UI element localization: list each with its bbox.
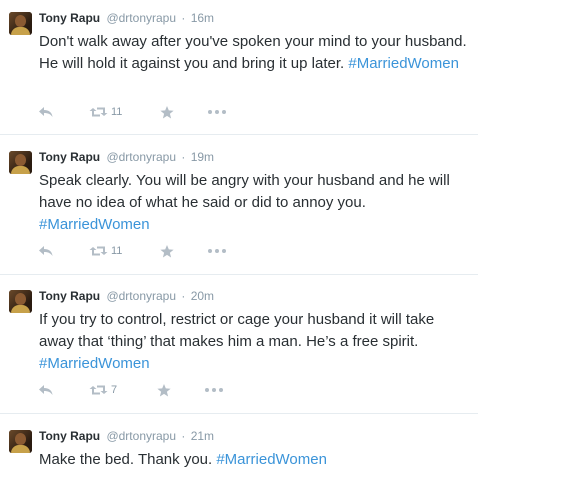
star-icon bbox=[160, 244, 174, 257]
user-fullname[interactable]: Tony Rapu bbox=[39, 150, 100, 164]
more-dots-icon bbox=[205, 388, 223, 392]
tweet[interactable]: Tony Rapu @drtonyrapu · 16m Don't walk a… bbox=[0, 0, 478, 135]
reply-icon bbox=[39, 385, 53, 395]
tweet-header: Tony Rapu @drtonyrapu · 21m bbox=[39, 429, 214, 444]
user-fullname[interactable]: Tony Rapu bbox=[39, 429, 100, 443]
tweet-text: Don't walk away after you've spoken your… bbox=[39, 31, 469, 75]
tweet-text: Make the bed. Thank you. #MarriedWomen bbox=[39, 449, 469, 471]
separator-dot: · bbox=[181, 429, 186, 443]
user-screenname[interactable]: @drtonyrapu bbox=[106, 289, 176, 303]
tweet[interactable]: Tony Rapu @drtonyrapu · 21m Make the bed… bbox=[0, 414, 478, 477]
hashtag-link[interactable]: #MarriedWomen bbox=[39, 216, 150, 233]
tweet-actions: 11 bbox=[39, 243, 259, 259]
separator-dot: · bbox=[181, 11, 186, 25]
hashtag-link[interactable]: #MarriedWomen bbox=[39, 355, 150, 372]
retweet-count: 11 bbox=[111, 245, 123, 257]
avatar[interactable] bbox=[9, 290, 32, 313]
tweet-timestamp[interactable]: 21m bbox=[191, 429, 214, 443]
tweet-text: If you try to control, restrict or cage … bbox=[39, 309, 469, 375]
user-fullname[interactable]: Tony Rapu bbox=[39, 11, 100, 25]
tweet-header: Tony Rapu @drtonyrapu · 16m bbox=[39, 11, 214, 26]
tweet-text: Speak clearly. You will be angry with yo… bbox=[39, 170, 469, 236]
user-screenname[interactable]: @drtonyrapu bbox=[106, 150, 176, 164]
tweet-body: If you try to control, restrict or cage … bbox=[39, 311, 435, 350]
reply-icon bbox=[39, 107, 53, 117]
favorite-button[interactable] bbox=[157, 382, 171, 398]
tweet-body: Make the bed. Thank you. bbox=[39, 451, 217, 468]
tweet-header: Tony Rapu @drtonyrapu · 20m bbox=[39, 289, 214, 304]
retweet-icon bbox=[89, 246, 108, 256]
tweet-timestamp[interactable]: 16m bbox=[191, 11, 214, 25]
retweet-icon bbox=[89, 385, 108, 395]
retweet-button[interactable]: 11 bbox=[89, 243, 122, 259]
reply-icon bbox=[39, 246, 53, 256]
tweet-body: Speak clearly. You will be angry with yo… bbox=[39, 172, 450, 211]
favorite-button[interactable] bbox=[160, 243, 174, 259]
favorite-button[interactable] bbox=[160, 104, 174, 120]
star-icon bbox=[160, 105, 174, 118]
more-dots-icon bbox=[208, 249, 226, 253]
reply-button[interactable] bbox=[39, 104, 53, 120]
avatar[interactable] bbox=[9, 151, 32, 174]
user-screenname[interactable]: @drtonyrapu bbox=[106, 429, 176, 443]
avatar[interactable] bbox=[9, 430, 32, 453]
star-icon bbox=[157, 383, 171, 396]
more-button[interactable] bbox=[205, 382, 223, 398]
tweet-actions: 7 bbox=[39, 382, 259, 398]
avatar[interactable] bbox=[9, 12, 32, 35]
tweet-timestamp[interactable]: 19m bbox=[191, 150, 214, 164]
retweet-button[interactable]: 7 bbox=[89, 382, 117, 398]
more-button[interactable] bbox=[208, 104, 226, 120]
reply-button[interactable] bbox=[39, 382, 53, 398]
tweet[interactable]: Tony Rapu @drtonyrapu · 19m Speak clearl… bbox=[0, 135, 478, 275]
tweet[interactable]: Tony Rapu @drtonyrapu · 20m If you try t… bbox=[0, 275, 478, 414]
more-dots-icon bbox=[208, 110, 226, 114]
user-fullname[interactable]: Tony Rapu bbox=[39, 289, 100, 303]
retweet-count: 7 bbox=[111, 384, 118, 396]
hashtag-link[interactable]: #MarriedWomen bbox=[216, 451, 327, 468]
reply-button[interactable] bbox=[39, 243, 53, 259]
retweet-count: 11 bbox=[111, 106, 123, 118]
timeline: Tony Rapu @drtonyrapu · 16m Don't walk a… bbox=[0, 0, 478, 477]
hashtag-link[interactable]: #MarriedWomen bbox=[348, 55, 459, 72]
tweet-timestamp[interactable]: 20m bbox=[191, 289, 214, 303]
user-screenname[interactable]: @drtonyrapu bbox=[106, 11, 176, 25]
tweet-header: Tony Rapu @drtonyrapu · 19m bbox=[39, 150, 214, 165]
separator-dot: · bbox=[181, 289, 186, 303]
separator-dot: · bbox=[181, 150, 186, 164]
retweet-button[interactable]: 11 bbox=[89, 104, 122, 120]
tweet-actions: 11 bbox=[39, 104, 259, 120]
retweet-icon bbox=[89, 107, 108, 117]
more-button[interactable] bbox=[208, 243, 226, 259]
